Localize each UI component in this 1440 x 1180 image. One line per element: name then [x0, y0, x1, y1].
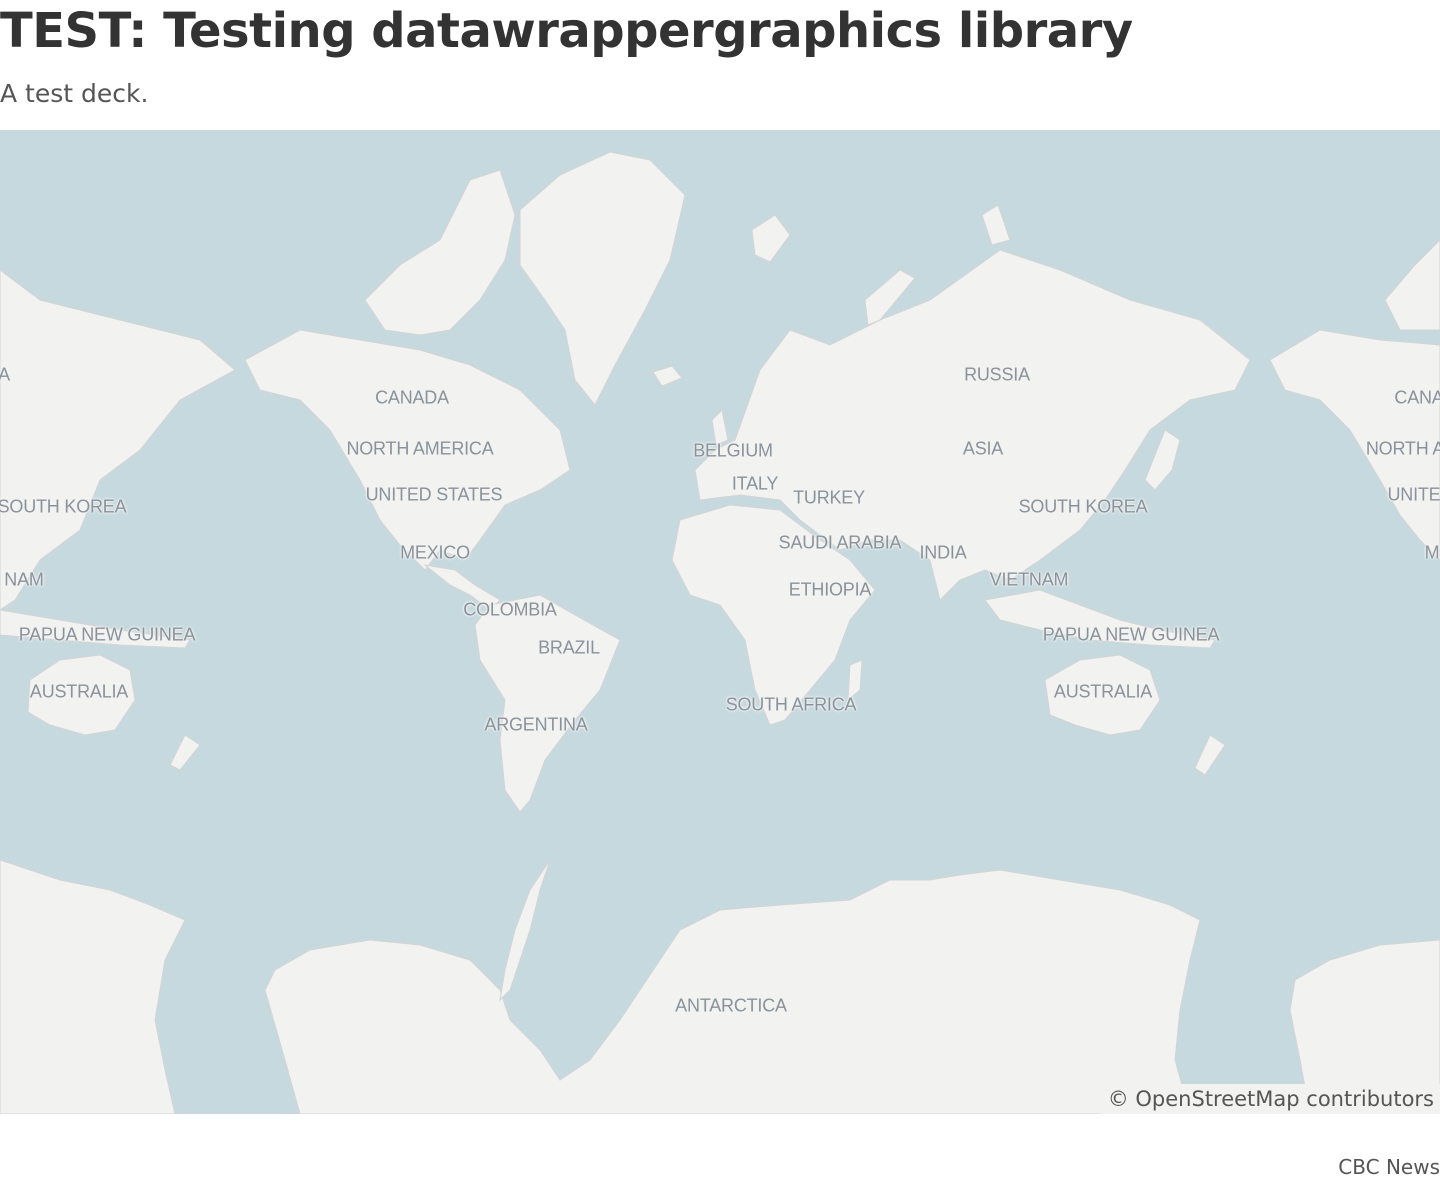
map-label: COLOMBIA: [463, 599, 557, 620]
map-label: NORTH A: [1365, 438, 1440, 459]
map-label: SOUTH AFRICA: [725, 694, 857, 715]
antarctic-peninsula-shape: [499, 859, 551, 1002]
map-label: ANTARCTICA: [675, 995, 787, 1016]
chart-deck: A test deck.: [0, 79, 149, 108]
map-label: CANADA: [375, 387, 449, 408]
byline: CBC News: [1338, 1155, 1440, 1179]
map-label: SOUTH KOREA: [1018, 496, 1148, 517]
map-label: AUSTRALIA: [29, 681, 129, 702]
map-label: VIETNAM: [989, 569, 1069, 590]
map-label: SOUTH KOREA: [0, 496, 127, 517]
map-label: AUSTRALIA: [1053, 681, 1153, 702]
nz-wrap-left-shape: [169, 734, 201, 771]
world-map[interactable]: RUSSIA CANADA NORTH AMERICA UNITED STATE…: [0, 130, 1440, 1114]
arctic-wrap-right-shape: [1384, 239, 1440, 331]
asia-wrap-left-shape: [0, 269, 236, 611]
severnaya-shape: [981, 204, 1011, 246]
map-label: A: [0, 364, 10, 385]
iceland-shape: [652, 365, 683, 387]
map-label: ASIA: [962, 438, 1004, 459]
map-attribution[interactable]: © OpenStreetMap contributors: [1099, 1084, 1440, 1114]
map-label: SAUDI ARABIA: [778, 532, 902, 553]
map-basemap: [0, 151, 1440, 1114]
map-label: NORTH AMERICA: [346, 438, 494, 459]
antarctica-shape: [0, 859, 1440, 1114]
chart-title: TEST: Testing datawrappergraphics librar…: [0, 3, 1133, 59]
map-label: MEXICO: [400, 542, 470, 563]
new-zealand-shape: [1194, 734, 1226, 776]
svalbard-shape: [751, 214, 791, 263]
map-label: ITALY: [731, 473, 779, 494]
map-label: BRAZIL: [538, 637, 600, 658]
map-label: NAM: [4, 569, 44, 590]
map-label: CANA: [1394, 387, 1440, 408]
south-america-shape: [474, 594, 621, 813]
map-label: INDIA: [919, 542, 967, 563]
map-label: M: [1424, 542, 1440, 563]
map-label: BELGIUM: [693, 440, 773, 461]
map-label: UNITE: [1387, 484, 1440, 505]
map-label: ARGENTINA: [484, 714, 588, 735]
map-label: RUSSIA: [964, 364, 1030, 385]
map-label: UNITED STATES: [365, 484, 503, 505]
greenland-shape: [519, 151, 686, 406]
map-label: PAPUA NEW GUINEA: [1042, 624, 1220, 645]
japan-shape: [1144, 429, 1181, 491]
map-label: ETHIOPIA: [788, 579, 872, 600]
map-label: TURKEY: [793, 487, 865, 508]
arctic-islands-shape: [364, 169, 516, 336]
map-label: PAPUA NEW GUINEA: [18, 624, 196, 645]
